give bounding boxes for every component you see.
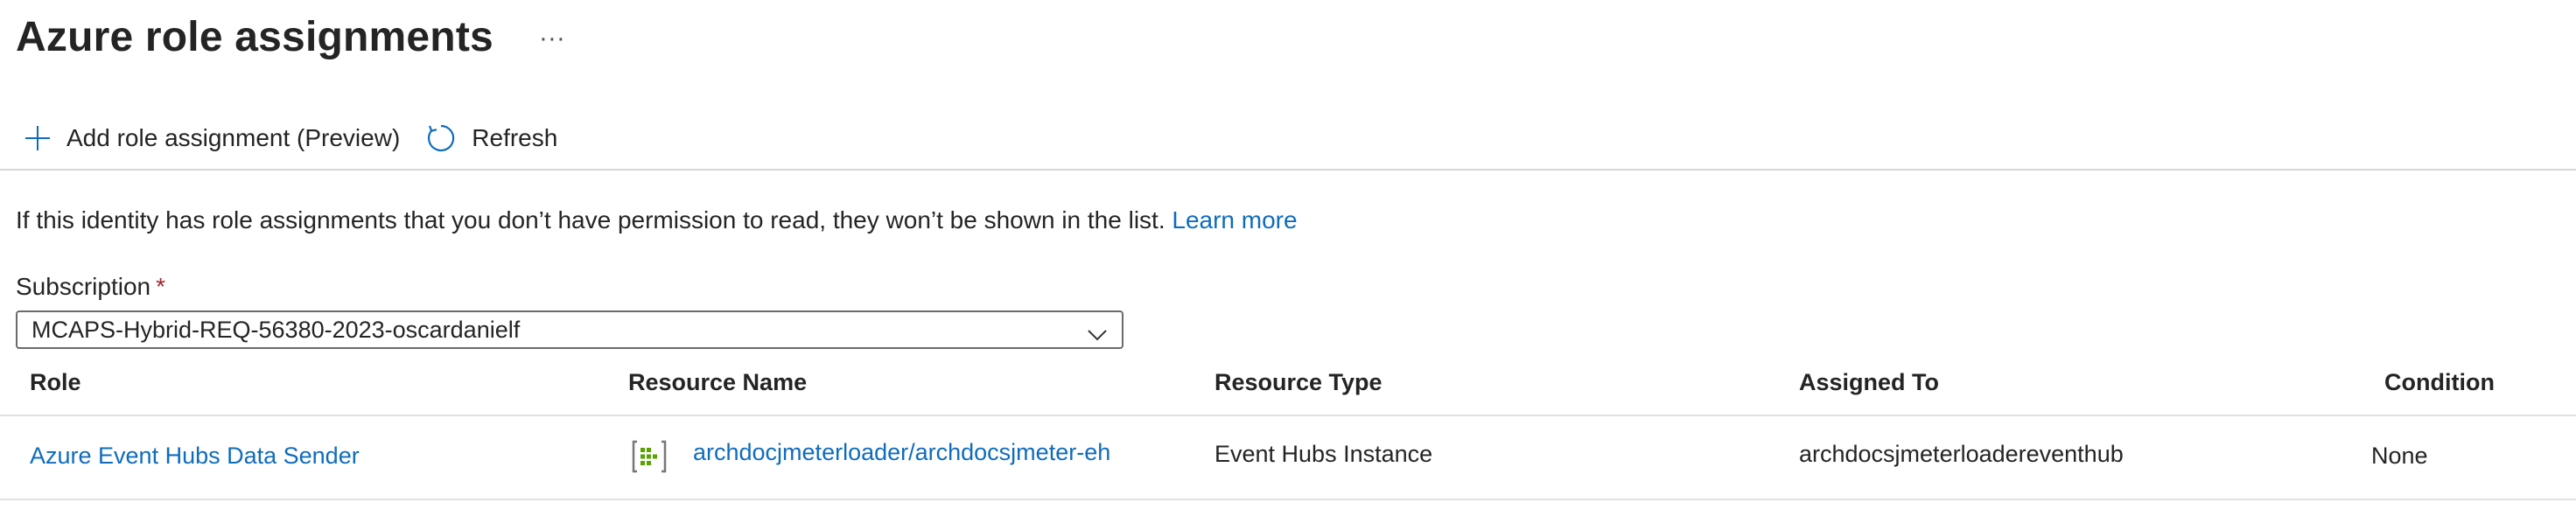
refresh-button[interactable]: Refresh xyxy=(426,123,557,153)
page-header: Azure role assignments ··· xyxy=(16,3,565,70)
refresh-label: Refresh xyxy=(472,124,558,151)
more-options-button[interactable]: ··· xyxy=(539,24,565,53)
column-header-condition[interactable]: Condition xyxy=(2384,369,2495,396)
resource-type-cell: Event Hubs Instance xyxy=(1214,441,1433,467)
subscription-selected-value: MCAPS-Hybrid-REQ-56380-2023-oscardanielf xyxy=(32,316,521,343)
column-header-resource-name[interactable]: Resource Name xyxy=(628,369,807,396)
column-header-role[interactable]: Role xyxy=(30,369,81,396)
chevron-down-icon xyxy=(1087,322,1108,349)
page-title: Azure role assignments xyxy=(16,13,494,60)
required-indicator: * xyxy=(156,273,165,300)
plus-icon xyxy=(24,125,51,151)
permission-notice: If this identity has role assignments th… xyxy=(16,206,1298,234)
add-role-assignment-label: Add role assignment (Preview) xyxy=(66,124,401,151)
column-header-resource-type[interactable]: Resource Type xyxy=(1214,369,1382,396)
refresh-icon xyxy=(426,123,456,153)
add-role-assignment-button[interactable]: Add role assignment (Preview) xyxy=(24,124,400,152)
subscription-label-text: Subscription xyxy=(16,273,151,300)
command-bar: Add role assignment (Preview) Refresh xyxy=(24,117,557,159)
subscription-dropdown[interactable]: MCAPS-Hybrid-REQ-56380-2023-oscardanielf xyxy=(16,310,1124,349)
permission-notice-text: If this identity has role assignments th… xyxy=(16,206,1166,234)
role-assignments-table: Role Resource Name Resource Type Assigne… xyxy=(0,357,2576,500)
table-header: Role Resource Name Resource Type Assigne… xyxy=(0,357,2576,416)
role-link[interactable]: Azure Event Hubs Data Sender xyxy=(30,443,360,470)
event-hubs-icon xyxy=(632,439,667,474)
toolbar-divider xyxy=(0,169,2576,171)
table-row: Azure Event Hubs Data Sender archdocjmet… xyxy=(0,416,2576,500)
subscription-label: Subscription * xyxy=(16,273,165,301)
column-header-assigned-to[interactable]: Assigned To xyxy=(1799,369,1939,396)
resource-name-link[interactable]: archdocjmeterloader/archdocsjmeter-eh xyxy=(693,439,1110,466)
learn-more-link[interactable]: Learn more xyxy=(1172,206,1297,234)
assigned-to-cell: archdocsjmeterloadereventhub xyxy=(1799,441,2124,467)
condition-cell: None xyxy=(2371,443,2428,469)
